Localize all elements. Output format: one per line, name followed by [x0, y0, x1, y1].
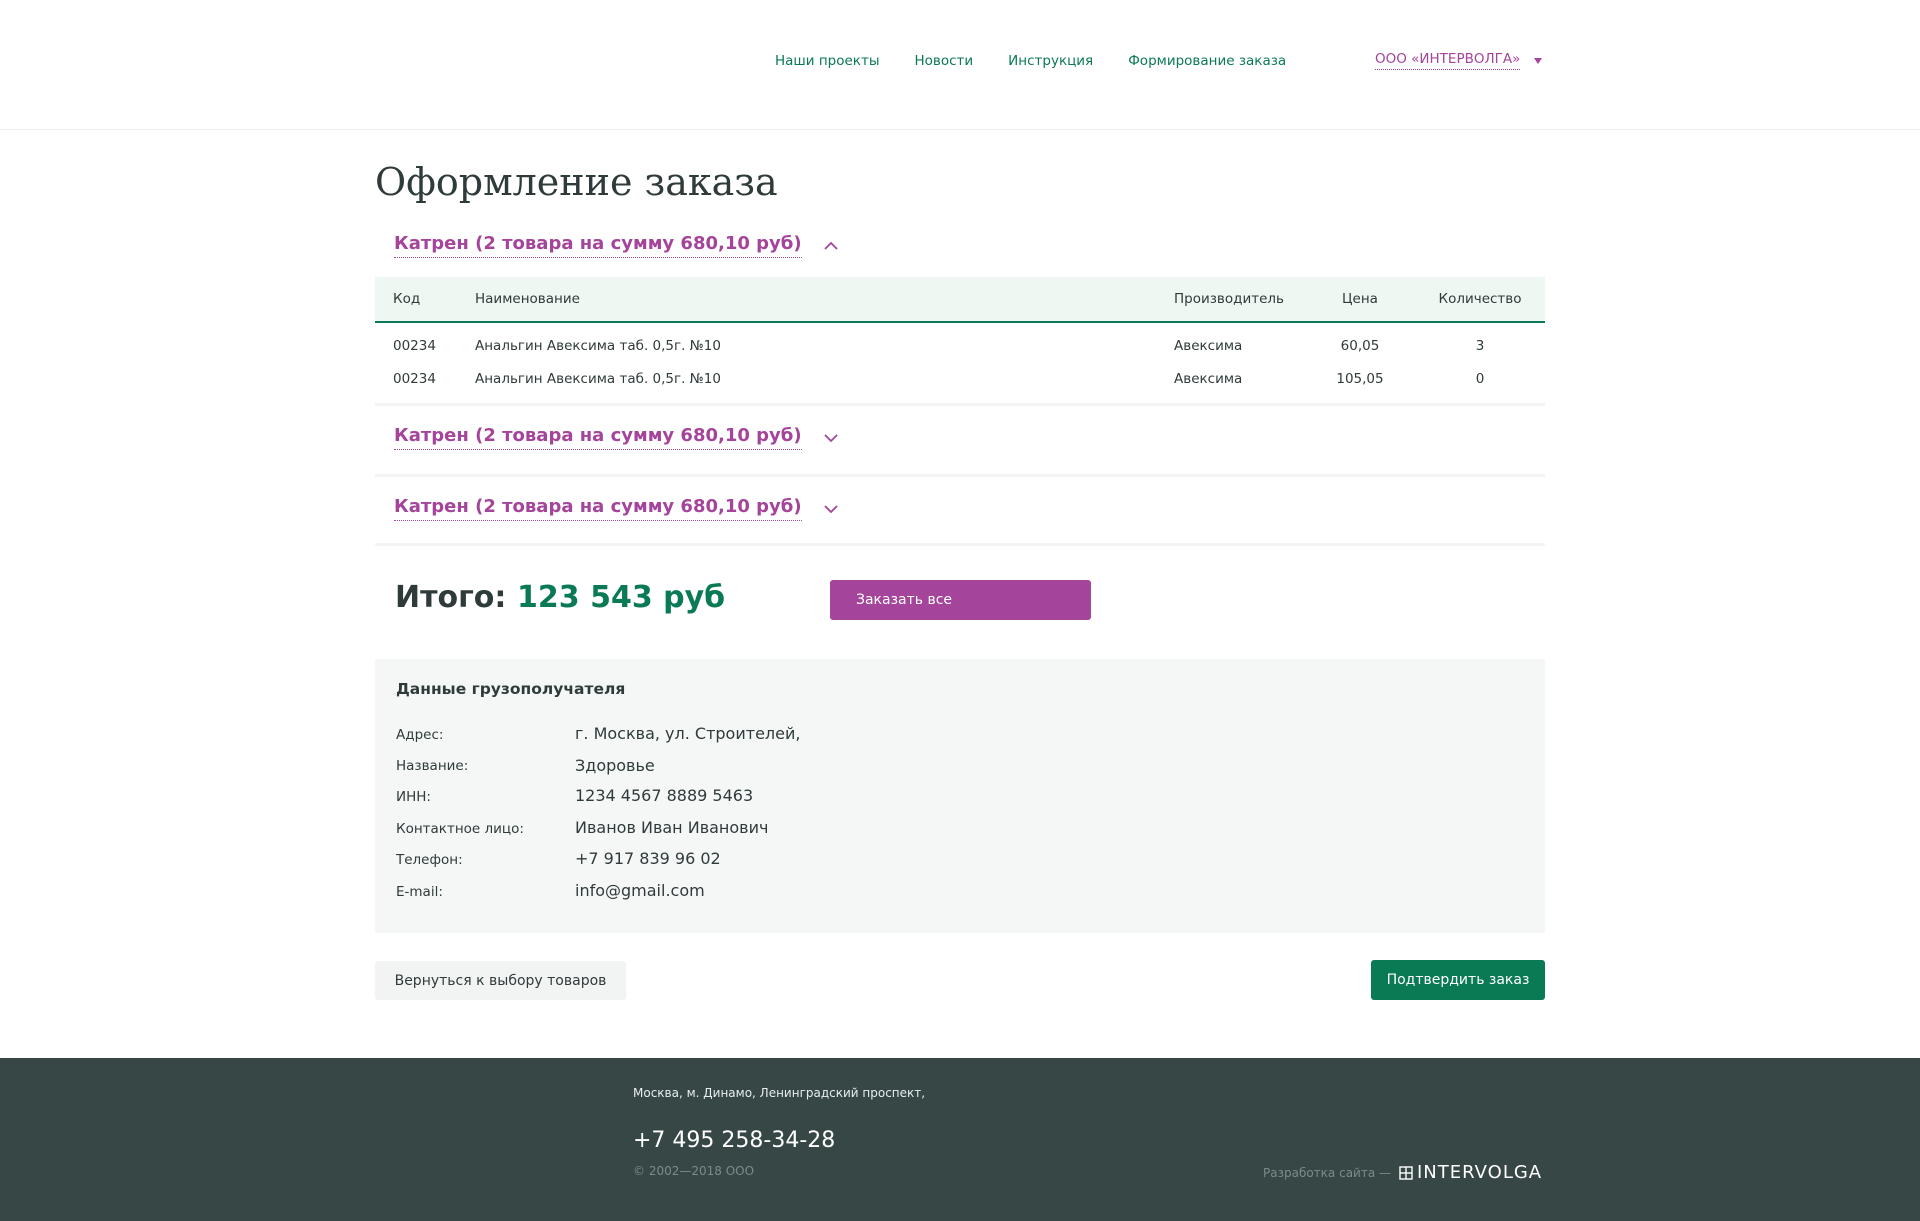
chevron-down-icon — [823, 504, 838, 513]
table-row: 00234 Анальгин Авексима таб. 0,5г. №10 А… — [375, 330, 1545, 363]
footer-copyright: © 2002—2018 ООО — [633, 1164, 755, 1178]
cell-name: Анальгин Авексима таб. 0,5г. №10 — [475, 338, 721, 354]
email-value: info@gmail.com — [575, 881, 705, 900]
nav-item-projects[interactable]: Наши проекты — [775, 53, 879, 69]
nav-item-order-forming[interactable]: Формирование заказа — [1128, 53, 1286, 69]
brand-name: INTERVOLGA — [1417, 1162, 1543, 1183]
intervolga-logo-icon — [1399, 1165, 1413, 1180]
site-footer: Москва, м. Динамо, Ленинградский проспек… — [0, 1058, 1920, 1221]
contact-person-label: Контактное лицо: — [396, 821, 524, 837]
cell-quantity: 0 — [1475, 371, 1485, 387]
supplier-group-toggle[interactable]: Катрен (2 товара на сумму 680,10 руб) — [394, 496, 840, 521]
order-items-table: Код Наименование Производитель Цена Коли… — [375, 277, 1545, 396]
back-to-products-button[interactable]: Вернуться к выбору товаров — [375, 961, 626, 1000]
cell-name: Анальгин Авексима таб. 0,5г. №10 — [475, 371, 721, 387]
column-header-name: Наименование — [475, 291, 580, 307]
supplier-group-label: Катрен (2 товара на сумму 680,10 руб) — [394, 496, 802, 521]
supplier-group-label: Катрен (2 товара на сумму 680,10 руб) — [394, 425, 802, 450]
name-value: Здоровье — [575, 756, 655, 775]
nav-item-instructions[interactable]: Инструкция — [1008, 53, 1093, 69]
column-header-quantity: Количество — [1438, 291, 1522, 307]
contact-person-value: Иванов Иван Иванович — [575, 818, 769, 837]
column-header-price: Цена — [1342, 291, 1378, 307]
inn-label: ИНН: — [396, 789, 431, 805]
footer-dev-text: Разработка сайта — — [1263, 1165, 1391, 1180]
nav-item-news[interactable]: Новости — [914, 53, 973, 69]
supplier-group-label: Катрен (2 товара на сумму 680,10 руб) — [394, 233, 802, 258]
group-divider — [375, 403, 1545, 406]
total-value: 123 543 руб — [517, 580, 726, 615]
footer-address: Москва, м. Динамо, Ленинградский проспек… — [633, 1086, 926, 1100]
table-header: Код Наименование Производитель Цена Коли… — [375, 277, 1545, 323]
supplier-group-toggle[interactable]: Катрен (2 товара на сумму 680,10 руб) — [394, 425, 840, 450]
caret-down-icon — [1534, 57, 1543, 64]
group-divider — [375, 543, 1545, 546]
cell-price: 105,05 — [1336, 371, 1384, 387]
address-label: Адрес: — [396, 727, 444, 743]
table-row: 00234 Анальгин Авексима таб. 0,5г. №10 А… — [375, 363, 1545, 396]
footer-developer: Разработка сайта — INTERVOLGA — [1263, 1162, 1542, 1183]
group-divider — [375, 474, 1545, 477]
phone-value: +7 917 839 96 02 — [575, 849, 721, 868]
column-header-code: Код — [393, 291, 421, 307]
cell-code: 00234 — [393, 371, 436, 387]
company-name: ООО «ИНТЕРВОЛГА» — [1375, 51, 1521, 70]
chevron-up-icon — [823, 241, 838, 250]
email-label: E-mail: — [396, 884, 443, 900]
cell-code: 00234 — [393, 338, 436, 354]
consignee-panel: Данные грузополучателя Адрес: г. Москва,… — [375, 659, 1545, 933]
order-all-button[interactable]: Заказать все — [830, 580, 1091, 620]
cell-manufacturer: Авексима — [1174, 338, 1243, 354]
phone-label: Телефон: — [396, 852, 463, 868]
cell-manufacturer: Авексима — [1174, 371, 1243, 387]
confirm-order-button[interactable]: Подтвердить заказ — [1371, 960, 1545, 1000]
company-selector[interactable]: ООО «ИНТЕРВОЛГА» — [1375, 51, 1543, 70]
footer-phone[interactable]: +7 495 258-34-28 — [633, 1128, 835, 1153]
address-value: г. Москва, ул. Строителей, — [575, 724, 801, 743]
cell-price: 60,05 — [1340, 338, 1380, 354]
intervolga-logo-link[interactable]: INTERVOLGA — [1399, 1162, 1542, 1183]
total-label: Итого: — [395, 580, 507, 615]
column-header-manufacturer: Производитель — [1174, 291, 1285, 307]
name-label: Название: — [396, 758, 469, 774]
consignee-title: Данные грузополучателя — [396, 680, 626, 698]
page-title: Оформление заказа — [375, 160, 778, 204]
chevron-down-icon — [823, 433, 838, 442]
site-header: Наши проекты Новости Инструкция Формиров… — [0, 0, 1920, 130]
cell-quantity: 3 — [1475, 338, 1485, 354]
main-nav: Наши проекты Новости Инструкция Формиров… — [775, 53, 1286, 69]
supplier-group-toggle[interactable]: Катрен (2 товара на сумму 680,10 руб) — [394, 233, 840, 258]
inn-value: 1234 4567 8889 5463 — [575, 786, 754, 805]
